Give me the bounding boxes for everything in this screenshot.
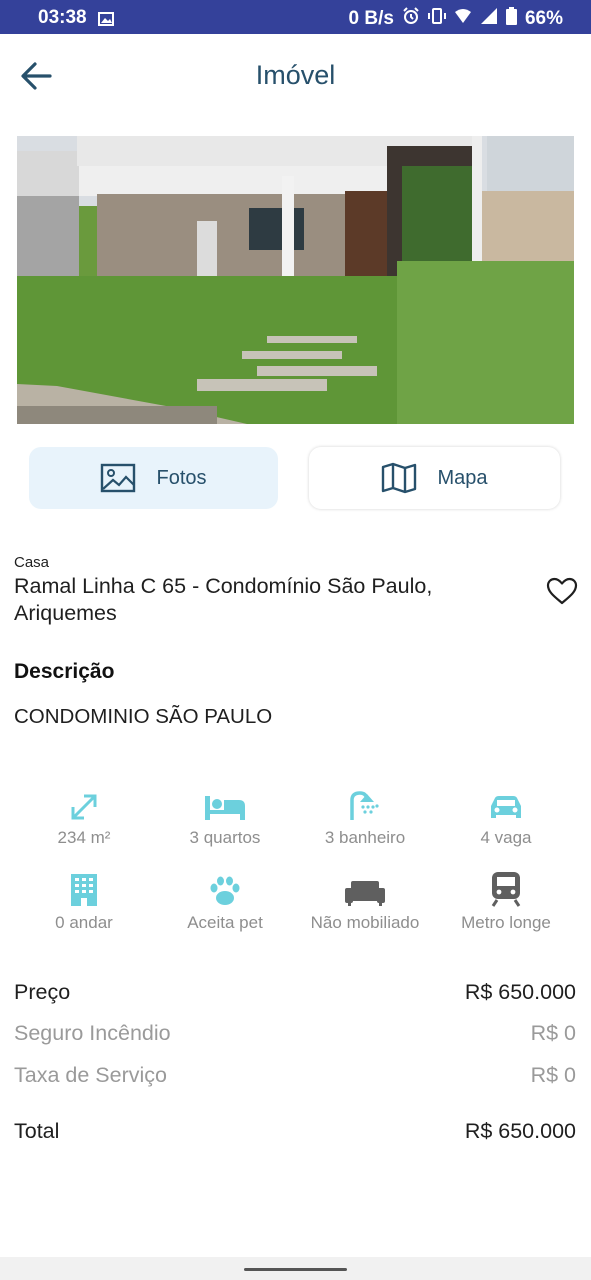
feature-furnished: Não mobiliado [295,871,435,933]
feature-bathrooms-label: 3 banheiro [324,828,406,847]
home-gesture-handle[interactable] [244,1268,347,1271]
property-photo[interactable] [17,136,574,424]
feature-floor-label: 0 andar [55,913,113,932]
feature-area: 234 m² [14,786,154,848]
feature-bathrooms: 3 banheiro [295,786,435,848]
insurance-value: R$ 0 [530,1021,576,1045]
heart-icon [546,577,578,605]
net-speed: 0 B/s [348,8,394,29]
feature-bedrooms-label: 3 quartos [189,828,261,847]
status-bar: 03:38 0 B/s 66% [0,0,591,34]
alarm-icon [402,7,420,31]
feature-pets: Aceita pet [155,871,295,933]
service-fee-label: Taxa de Serviço [14,1063,167,1087]
feature-parking-label: 4 vaga [480,828,532,847]
page-title: Imóvel [255,60,336,90]
app-bar: Imóvel [0,34,591,118]
feature-metro: Metro longe [436,871,576,933]
tab-photos[interactable]: Fotos [29,447,278,509]
total-label: Total [14,1119,60,1143]
wifi-icon [454,8,472,30]
bed-icon [205,796,245,820]
car-icon [491,796,521,818]
image-icon [98,10,114,32]
tab-photos-label: Fotos [156,466,207,489]
train-icon [491,872,521,907]
feature-floor: 0 andar [14,871,154,933]
feature-area-label: 234 m² [57,828,111,847]
tab-map[interactable]: Mapa [309,447,560,509]
feature-pets-label: Aceita pet [187,913,263,932]
system-nav-bar [0,1257,591,1280]
tab-map-label: Mapa [437,466,488,489]
description-text: CONDOMINIO SÃO PAULO [14,705,273,728]
description-title: Descrição [14,660,115,683]
paw-icon [210,876,240,905]
property-address: Ramal Linha C 65 - Condomínio São Paulo,… [14,574,433,625]
feature-furnished-label: Não mobiliado [310,913,420,932]
vibrate-icon [427,8,446,30]
map-icon [382,462,417,494]
battery-level: 66% [524,8,563,29]
status-time: 03:38 [38,7,87,28]
status-right: 0 B/s 66% [349,7,563,31]
price-label: Preço [14,980,71,1004]
favorite-button[interactable] [545,576,579,606]
insurance-label: Seguro Incêndio [14,1021,171,1045]
service-fee-value: R$ 0 [530,1063,576,1087]
total-value: R$ 650.000 [464,1119,576,1143]
battery-icon [505,7,517,31]
building-icon [71,874,97,906]
price-value: R$ 650.000 [464,980,576,1004]
shower-icon [350,791,379,820]
feature-bedrooms: 3 quartos [155,786,295,848]
sofa-icon [345,881,385,906]
area-expand-icon [71,794,97,820]
property-type: Casa [14,554,50,571]
signal-icon [480,7,498,31]
image-icon [101,463,136,493]
feature-metro-label: Metro longe [461,913,551,932]
feature-parking: 4 vaga [436,786,576,848]
